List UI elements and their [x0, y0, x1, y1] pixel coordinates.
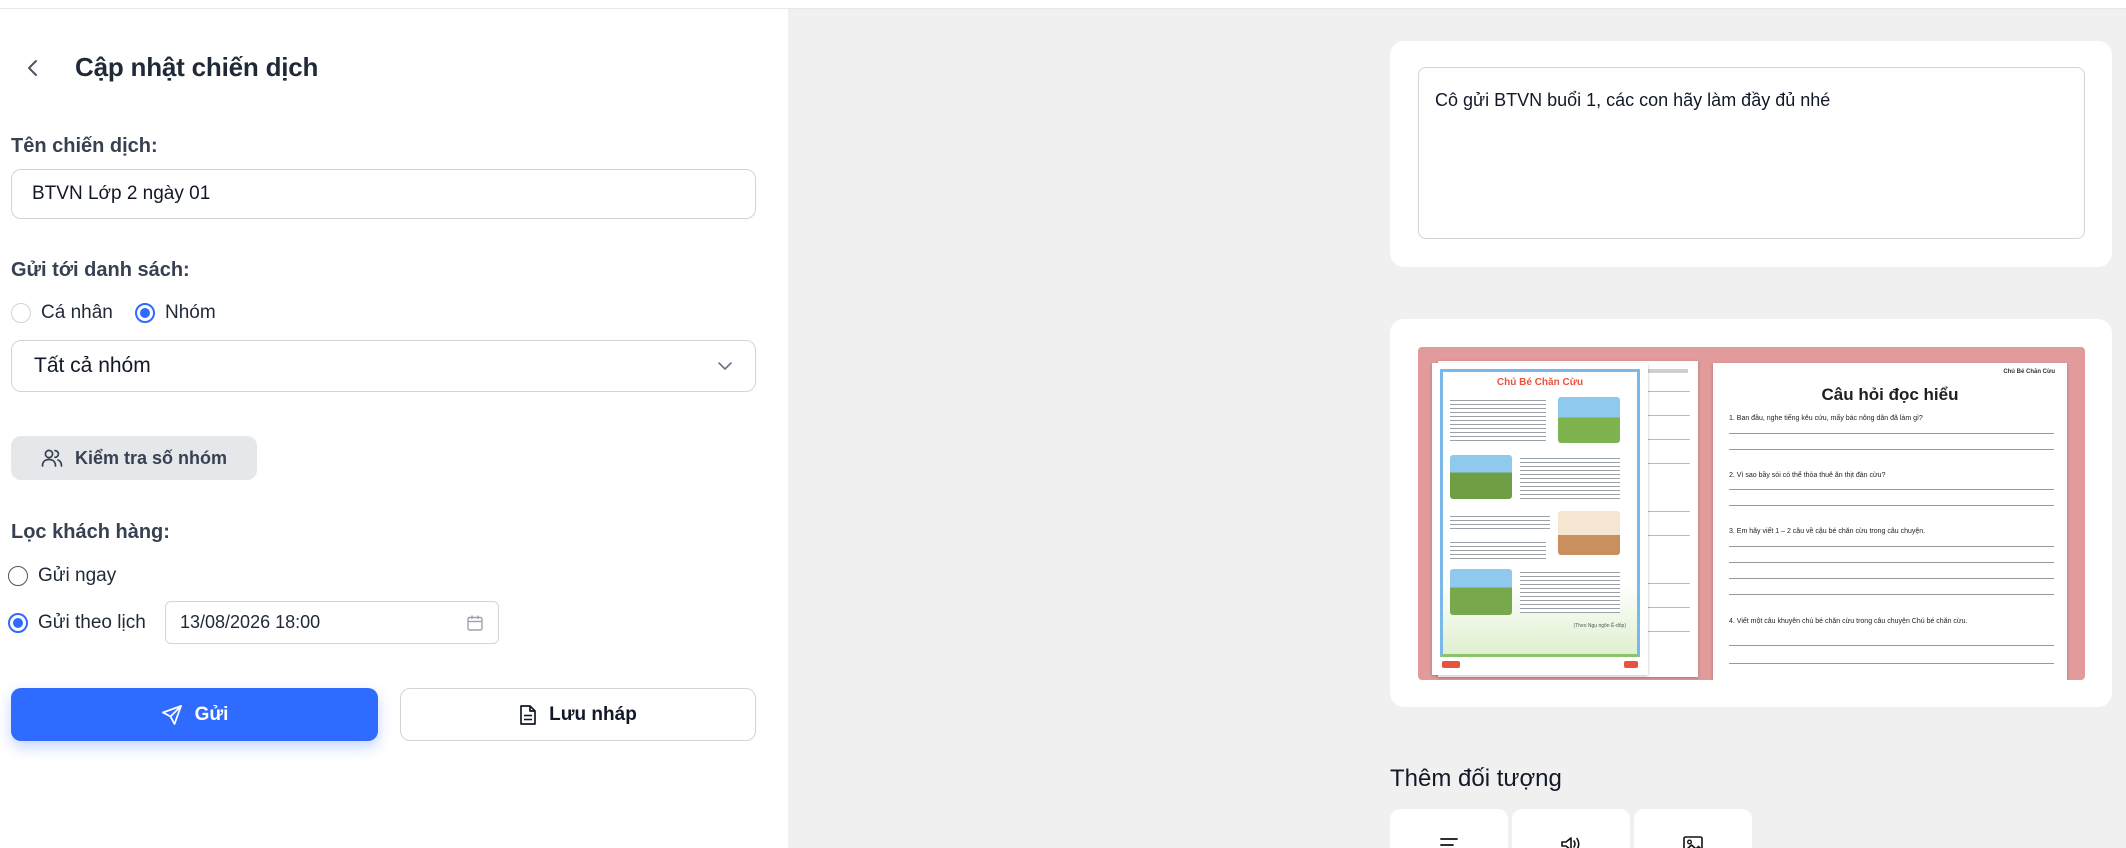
campaign-name-input[interactable]: BTVN Lớp 2 ngày 01 — [11, 169, 756, 219]
worksheet-left-title: Chú Bé Chăn Cừu — [1496, 377, 1584, 388]
calendar-icon — [467, 615, 483, 631]
radio-send-schedule[interactable]: Gửi theo lịch — [8, 612, 146, 634]
back-button[interactable] — [22, 57, 44, 79]
add-objects-title: Thêm đối tượng — [1390, 765, 1562, 792]
radio-send-schedule-circle[interactable] — [8, 613, 28, 633]
schedule-datetime-input[interactable]: 13/08/2026 18:00 — [165, 601, 499, 644]
worksheet-question-1: 1. Ban đầu, nghe tiếng kêu cứu, mấy bác … — [1729, 415, 1923, 422]
send-button[interactable]: Gửi — [11, 688, 378, 741]
users-icon — [41, 449, 63, 467]
worksheet-question-2: 2. Vì sao bầy sói có thể thỏa thuê ăn th… — [1729, 472, 1886, 479]
campaign-name-value: BTVN Lớp 2 ngày 01 — [32, 183, 211, 204]
filter-label: Lọc khách hàng: — [11, 521, 170, 543]
group-select-value: Tất cả nhóm — [34, 354, 151, 377]
send-icon — [161, 704, 182, 725]
worksheet-right-header: Chú Bé Chăn Cừu — [2003, 369, 2055, 375]
message-textarea[interactable]: Cô gửi BTVN buổi 1, các con hãy làm đầy … — [1418, 67, 2085, 239]
message-text: Cô gửi BTVN buổi 1, các con hãy làm đầy … — [1435, 90, 1831, 110]
message-card: Cô gửi BTVN buổi 1, các con hãy làm đầy … — [1390, 41, 2112, 267]
chevron-left-icon — [28, 60, 37, 76]
radio-send-schedule-label: Gửi theo lịch — [38, 612, 146, 633]
group-select[interactable]: Tất cả nhóm — [11, 340, 756, 392]
radio-group-circle[interactable] — [135, 303, 155, 323]
campaign-form-panel: Cập nhật chiến dịch Tên chiến dịch: BTVN… — [0, 9, 788, 848]
image-icon — [1683, 836, 1703, 848]
radio-individual-circle[interactable] — [11, 303, 31, 323]
attachment-card: Chú Bé Chăn Cừu (Theo Ngụ ngôn Ê-dốp) Ch… — [1390, 319, 2112, 707]
top-border — [0, 0, 2126, 9]
check-groups-label: Kiểm tra số nhóm — [74, 447, 228, 468]
send-button-label: Gửi — [194, 703, 229, 725]
text-list-icon — [1440, 838, 1458, 846]
send-to-label: Gửi tới danh sách: — [11, 259, 190, 281]
radio-individual-label: Cá nhân — [41, 302, 113, 323]
worksheet-question-4: 4. Viết một câu khuyên chú bé chăn cừu t… — [1729, 618, 1968, 625]
document-icon — [520, 704, 537, 725]
schedule-datetime-value: 13/08/2026 18:00 — [180, 612, 321, 632]
check-groups-button[interactable]: Kiểm tra số nhóm — [11, 436, 257, 480]
radio-send-now-label: Gửi ngay — [38, 565, 117, 586]
worksheet-questions-page: Chú Bé Chăn Cừu Câu hỏi đọc hiểu 1. Ban … — [1713, 363, 2067, 680]
radio-send-now-circle[interactable] — [8, 566, 28, 586]
save-draft-label: Lưu nháp — [549, 703, 637, 725]
worksheet-image[interactable]: Chú Bé Chăn Cừu (Theo Ngụ ngôn Ê-dốp) Ch… — [1418, 347, 2085, 680]
radio-send-now[interactable]: Gửi ngay — [8, 565, 116, 587]
add-image-tile[interactable] — [1634, 809, 1752, 848]
worksheet-left-caption: (Theo Ngụ ngôn Ê-dốp) — [1573, 623, 1626, 629]
worksheet-story-page: Chú Bé Chăn Cừu (Theo Ngụ ngôn Ê-dốp) — [1432, 363, 1648, 675]
add-audio-tile[interactable] — [1512, 809, 1630, 848]
save-draft-button[interactable]: Lưu nháp — [400, 688, 756, 741]
radio-individual[interactable]: Cá nhân — [11, 302, 113, 324]
campaign-name-label: Tên chiến dịch: — [11, 135, 158, 157]
worksheet-right-title: Câu hỏi đọc hiểu — [1821, 385, 1959, 404]
preview-panel: Cô gửi BTVN buổi 1, các con hãy làm đầy … — [788, 9, 2126, 848]
radio-group-label: Nhóm — [165, 302, 216, 323]
add-text-tile[interactable] — [1390, 809, 1508, 848]
chevron-down-icon — [718, 362, 732, 370]
audio-icon — [1561, 837, 1580, 848]
radio-group[interactable]: Nhóm — [135, 302, 216, 324]
worksheet-question-3: 3. Em hãy viết 1 – 2 câu về cậu bé chăn … — [1729, 528, 1926, 535]
page-title: Cập nhật chiến dịch — [75, 52, 319, 82]
